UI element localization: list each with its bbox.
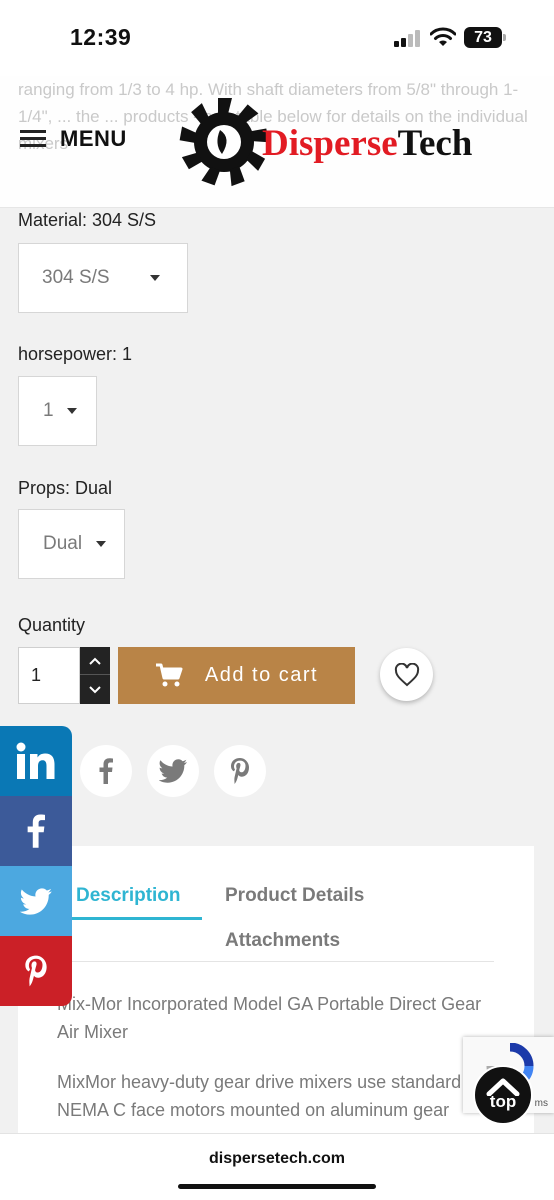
horsepower-label: horsepower: 1 — [18, 344, 133, 364]
props-select[interactable]: Dual — [18, 509, 125, 579]
heart-icon — [394, 662, 419, 686]
twitter-icon — [20, 887, 52, 915]
facebook-icon — [99, 758, 113, 784]
quantity-input[interactable]: 1 — [18, 647, 80, 704]
rail-twitter-button[interactable] — [0, 866, 72, 936]
chevron-down-icon — [150, 275, 160, 281]
tab-description[interactable]: Description — [76, 885, 181, 907]
share-facebook-button[interactable] — [80, 745, 132, 797]
cellular-signal-icon — [394, 30, 422, 47]
rail-linkedin-button[interactable] — [0, 726, 72, 796]
saw-blade-logo-icon — [179, 98, 269, 187]
tabs-divider — [57, 961, 494, 962]
cart-icon — [155, 663, 183, 686]
rail-facebook-button[interactable] — [0, 796, 72, 866]
quantity-label: Quantity — [18, 615, 86, 635]
horsepower-select[interactable]: 1 — [18, 376, 97, 446]
wifi-icon — [430, 27, 456, 46]
share-pinterest-button[interactable] — [214, 745, 266, 797]
chevron-down-icon — [89, 686, 101, 694]
status-bar: 12:39 73 — [0, 0, 554, 76]
pinterest-icon — [231, 758, 249, 784]
share-twitter-button[interactable] — [147, 745, 199, 797]
back-to-top-button[interactable]: top — [473, 1065, 533, 1125]
facebook-icon — [27, 814, 45, 848]
tab-product-details[interactable]: Product Details — [225, 885, 364, 907]
recaptcha-terms-link[interactable]: ms — [535, 1098, 548, 1109]
pinterest-icon — [25, 955, 47, 987]
description-body: MixMor heavy-duty gear drive mixers use … — [57, 1072, 462, 1120]
horsepower-select-value: 1 — [43, 400, 54, 421]
material-select-value: 304 S/S — [42, 267, 110, 288]
logo-wordmark-part2: Tech — [397, 122, 473, 164]
hamburger-icon — [20, 130, 46, 148]
chevron-down-icon — [67, 408, 77, 414]
site-logo[interactable]: DisperseTech — [178, 96, 472, 188]
material-select[interactable]: 304 S/S — [18, 243, 188, 313]
wishlist-button[interactable] — [380, 648, 433, 701]
site-header: ranging from 1/3 to 4 hp. With shaft dia… — [0, 76, 554, 208]
menu-button[interactable]: MENU — [20, 126, 127, 152]
social-share-rail — [0, 726, 72, 1006]
linkedin-icon — [16, 742, 55, 779]
chevron-up-icon — [89, 657, 101, 665]
url-text[interactable]: dispersetech.com — [0, 1150, 554, 1168]
status-time: 12:39 — [70, 24, 132, 50]
logo-wordmark: DisperseTech — [262, 122, 472, 165]
quantity-increment-button[interactable] — [80, 647, 110, 675]
battery-percent: 73 — [474, 29, 492, 46]
props-select-value: Dual — [43, 533, 83, 554]
menu-label: MENU — [60, 126, 127, 151]
add-to-cart-label: Add to cart — [204, 664, 319, 686]
quantity-buttons — [80, 647, 110, 704]
home-indicator — [178, 1184, 376, 1189]
quantity-stepper: 1 — [18, 647, 110, 704]
back-to-top-label: top — [489, 1092, 517, 1111]
chevron-down-icon — [96, 541, 106, 547]
description-title: Mix-Mor Incorporated Model GA Portable D… — [57, 994, 482, 1042]
tab-attachments[interactable]: Attachments — [225, 930, 340, 952]
quantity-decrement-button[interactable] — [80, 676, 110, 704]
add-to-cart-button[interactable]: Add to cart — [118, 647, 355, 704]
rail-pinterest-button[interactable] — [0, 936, 72, 1006]
browser-url-bar: dispersetech.com — [0, 1133, 554, 1200]
logo-wordmark-part1: Disperse — [262, 122, 398, 164]
props-label: Props: Dual — [18, 478, 113, 498]
active-tab-indicator — [57, 917, 202, 920]
material-label: Material: 304 S/S — [18, 210, 157, 230]
twitter-icon — [159, 759, 187, 783]
battery-icon: 73 — [464, 27, 506, 48]
